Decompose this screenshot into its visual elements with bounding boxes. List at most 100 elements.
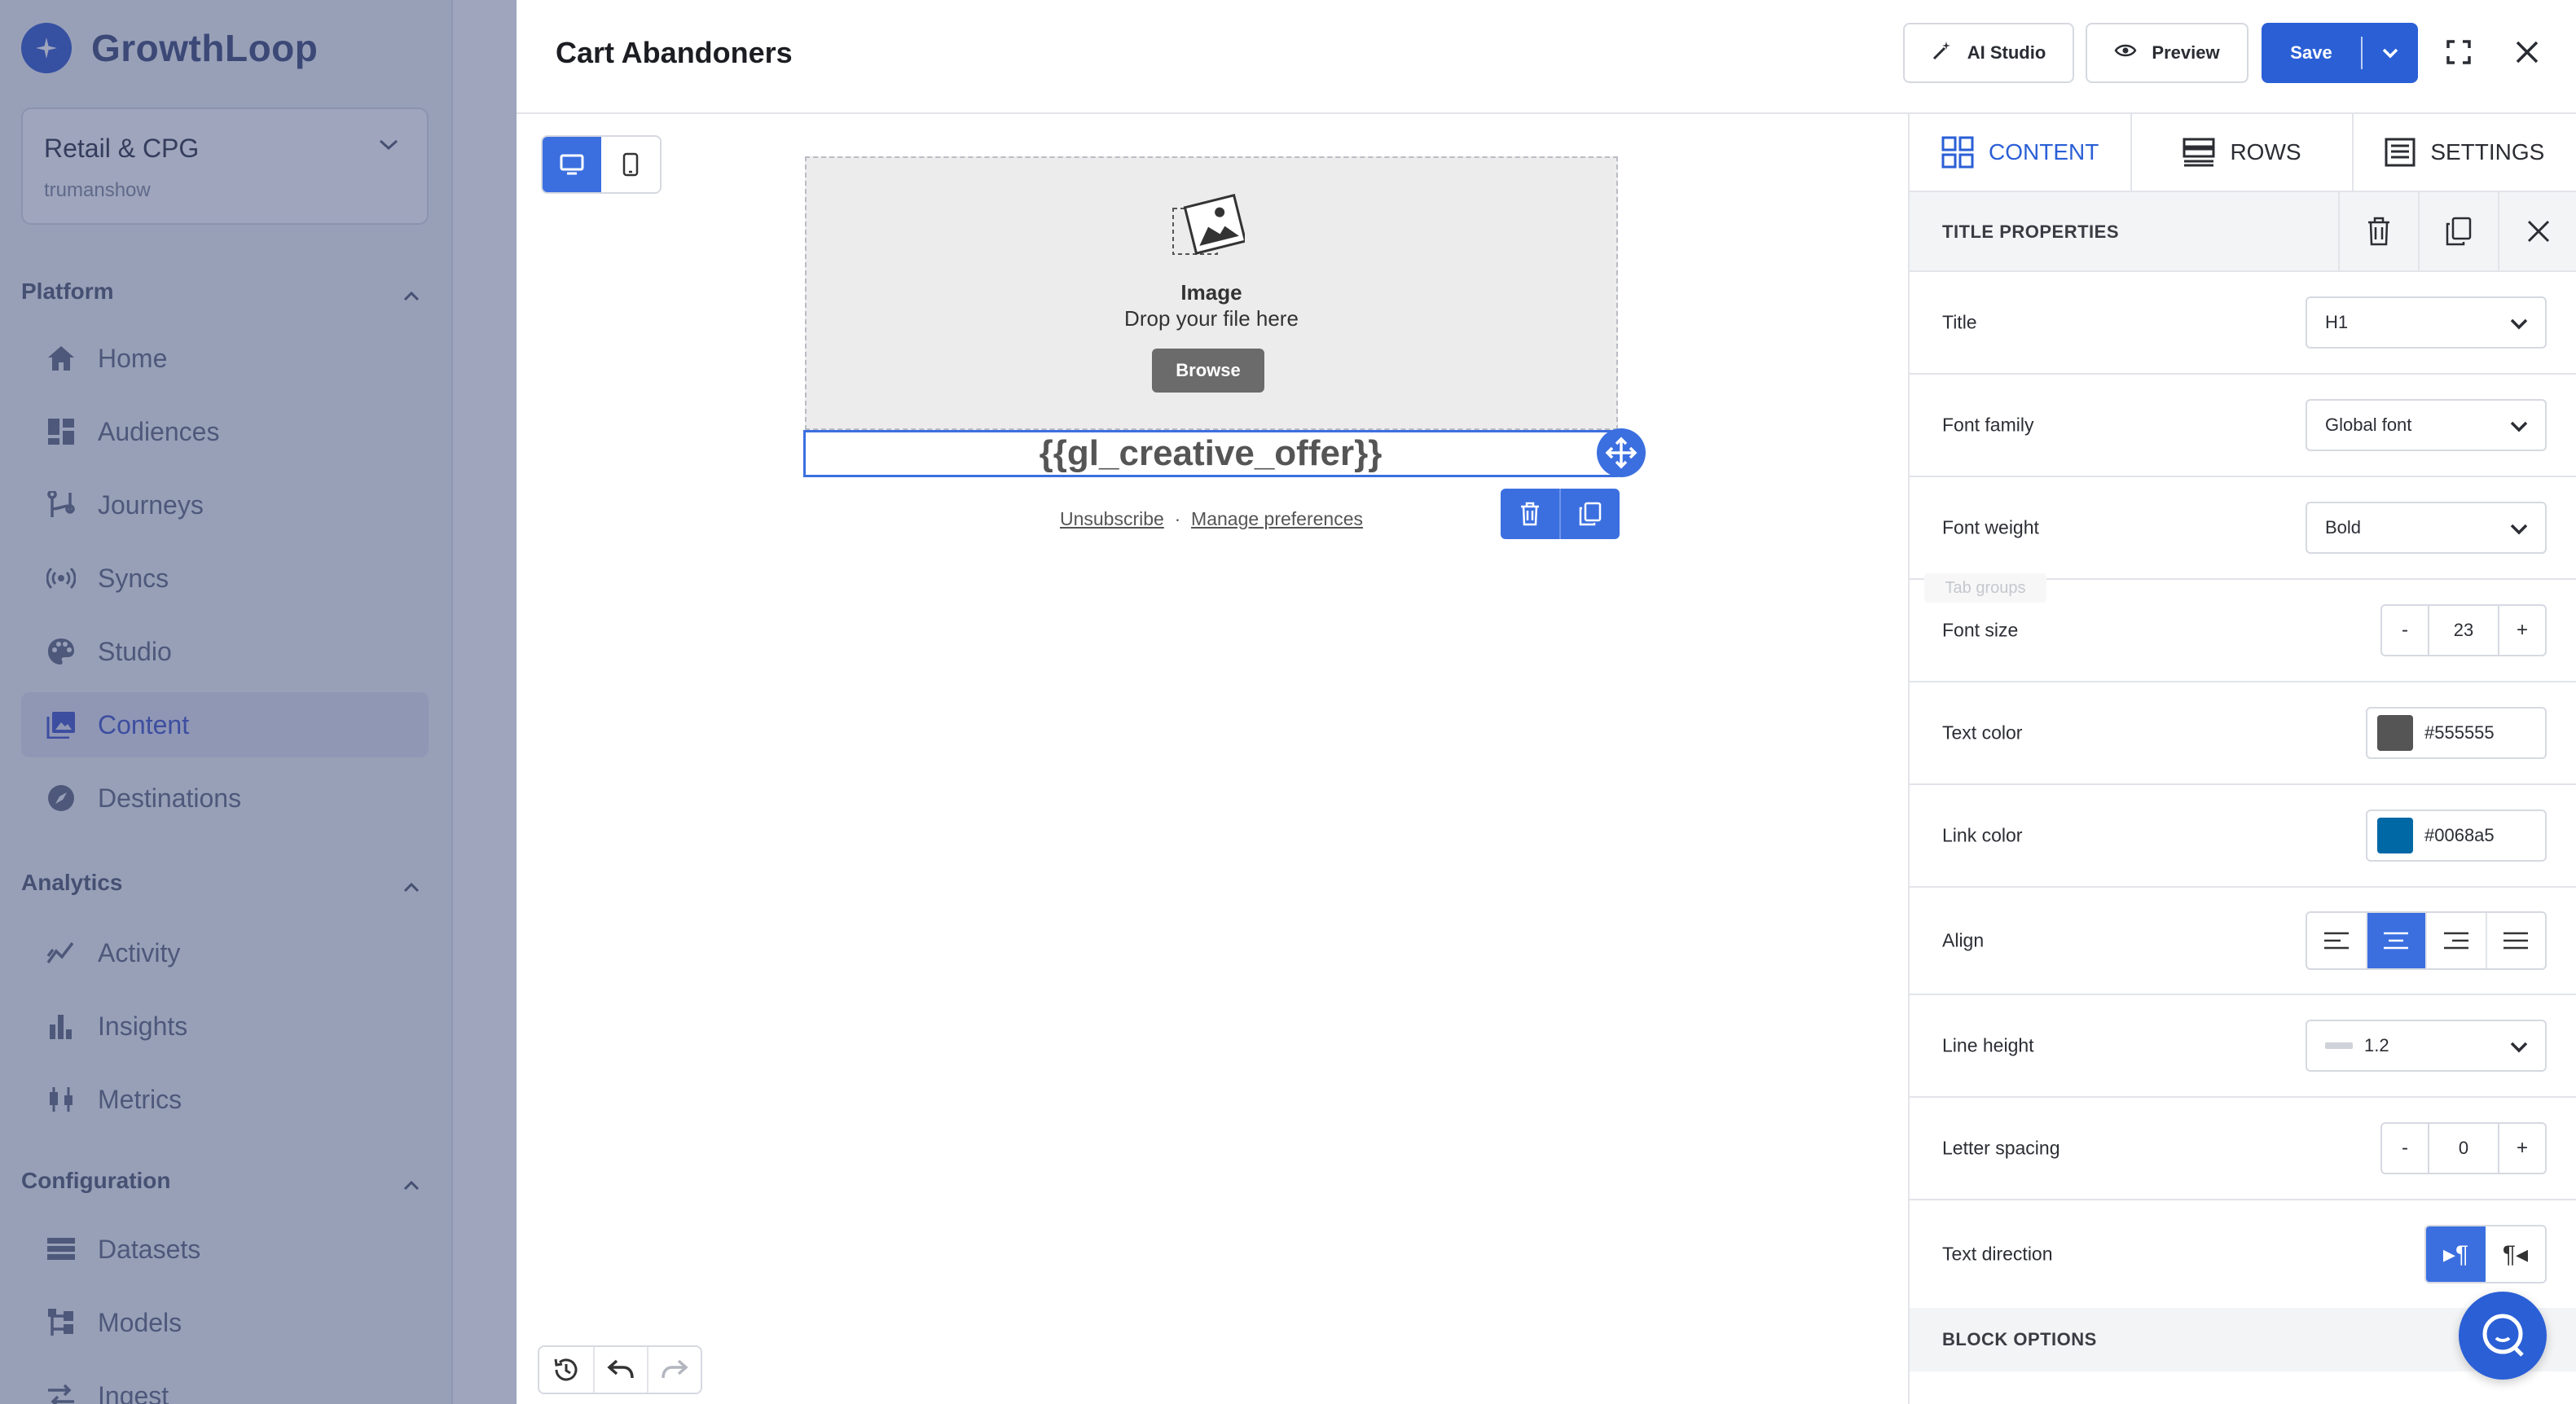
chat-support-button[interactable] xyxy=(2459,1292,2547,1380)
trash-icon xyxy=(2368,217,2389,246)
text-color-value[interactable]: #555555 xyxy=(2424,722,2495,744)
font-family-select[interactable]: Global font xyxy=(2306,399,2547,451)
link-color-picker[interactable]: #0068a5 xyxy=(2366,809,2547,862)
title-block[interactable]: {{gl_creative_offer}} xyxy=(803,430,1618,477)
align-center-icon xyxy=(2384,932,2409,950)
prop-text-color: Text color #555555 xyxy=(1910,682,2576,785)
prop-label: Align xyxy=(1942,929,1985,951)
increase-letter-spacing-button[interactable]: + xyxy=(2499,1124,2545,1173)
align-right-button[interactable] xyxy=(2425,913,2486,968)
chevron-down-icon xyxy=(2382,48,2398,59)
font-size-input[interactable]: 23 xyxy=(2428,606,2499,655)
modal-backdrop[interactable] xyxy=(0,0,517,1404)
tab-content[interactable]: CONTENT xyxy=(1910,114,2133,191)
panel-tabs: CONTENT ROWS SETTINGS xyxy=(1910,114,2576,192)
prop-letter-spacing: Letter spacing - 0 + xyxy=(1910,1098,2576,1200)
prop-font-weight: Font weight Bold Tab groups xyxy=(1910,477,2576,603)
tab-label: SETTINGS xyxy=(2430,139,2545,165)
image-placeholder-icon xyxy=(1172,193,1247,263)
text-color-picker[interactable]: #555555 xyxy=(2366,707,2547,759)
prop-label: Text color xyxy=(1942,722,2023,744)
decrease-letter-spacing-button[interactable]: - xyxy=(2382,1124,2428,1173)
desktop-view-button[interactable] xyxy=(543,137,601,192)
eye-icon xyxy=(2114,42,2152,64)
mobile-view-button[interactable] xyxy=(601,137,660,192)
font-weight-select[interactable]: Bold xyxy=(2306,502,2547,554)
text-direction-buttons: ▸¶ ¶◂ xyxy=(2424,1225,2547,1283)
prop-link-color: Link color #0068a5 xyxy=(1910,785,2576,888)
history-icon xyxy=(554,1358,578,1381)
duplicate-block-button[interactable] xyxy=(1559,489,1620,539)
letter-spacing-stepper: - 0 + xyxy=(2380,1122,2547,1174)
rows-icon xyxy=(2183,138,2215,167)
preview-button[interactable]: Preview xyxy=(2086,23,2249,83)
text-color-swatch[interactable] xyxy=(2377,715,2413,751)
decrease-font-size-button[interactable]: - xyxy=(2382,606,2428,655)
align-center-button[interactable] xyxy=(2365,913,2425,968)
prop-label: Link color xyxy=(1942,824,2023,846)
properties-panel: CONTENT ROWS SETTINGS TITLE PROPERTIES T… xyxy=(1908,114,2576,1404)
tab-rows[interactable]: ROWS xyxy=(2132,114,2354,191)
close-editor-button[interactable] xyxy=(2504,29,2550,75)
image-block[interactable]: Image Drop your file here Browse xyxy=(805,156,1618,430)
title-block-text[interactable]: {{gl_creative_offer}} xyxy=(1040,433,1383,474)
close-icon xyxy=(2516,41,2539,64)
prop-label: Font weight xyxy=(1942,516,2039,538)
browse-button[interactable]: Browse xyxy=(1152,349,1264,393)
prop-line-height: Line height 1.2 xyxy=(1910,995,2576,1098)
link-color-value[interactable]: #0068a5 xyxy=(2424,825,2495,846)
delete-block-button[interactable] xyxy=(1501,489,1559,539)
prop-label: Title xyxy=(1942,311,1977,333)
fullscreen-button[interactable] xyxy=(2436,29,2481,75)
mobile-icon xyxy=(622,152,639,177)
title-properties-header: TITLE PROPERTIES xyxy=(1910,192,2576,272)
history-button[interactable] xyxy=(539,1347,593,1393)
prop-text-direction: Text direction ▸¶ ¶◂ xyxy=(1910,1200,2576,1308)
letter-spacing-input[interactable]: 0 xyxy=(2428,1124,2499,1173)
font-size-stepper: - 23 + xyxy=(2380,604,2547,656)
link-color-swatch[interactable] xyxy=(2377,818,2413,853)
align-justify-button[interactable] xyxy=(2485,913,2546,968)
block-options-title: BLOCK OPTIONS xyxy=(1942,1329,2097,1349)
chevron-down-icon xyxy=(2509,314,2529,336)
image-block-label: Image xyxy=(1180,280,1242,305)
prop-label: Letter spacing xyxy=(1942,1137,2060,1159)
chevron-down-icon xyxy=(2509,520,2529,541)
editor-topbar: Cart Abandoners AI Studio Preview Save xyxy=(517,0,2576,114)
tab-settings[interactable]: SETTINGS xyxy=(2354,114,2576,191)
chat-icon xyxy=(2482,1314,2524,1357)
title-level-select[interactable]: H1 xyxy=(2306,296,2547,349)
close-properties-button[interactable] xyxy=(2498,192,2576,270)
prop-label: Font family xyxy=(1942,414,2034,436)
save-dropdown-button[interactable] xyxy=(2363,47,2418,59)
manage-preferences-link[interactable]: Manage preferences xyxy=(1191,508,1363,529)
unsubscribe-link[interactable]: Unsubscribe xyxy=(1060,508,1164,529)
tab-label: CONTENT xyxy=(1989,139,2099,165)
line-height-icon xyxy=(2325,1042,2353,1049)
magic-wand-icon xyxy=(1932,40,1967,66)
redo-button[interactable] xyxy=(647,1347,701,1393)
ltr-direction-button[interactable]: ▸¶ xyxy=(2426,1226,2486,1282)
rtl-direction-button[interactable]: ¶◂ xyxy=(2486,1226,2545,1282)
align-right-icon xyxy=(2443,932,2468,950)
tab-label: ROWS xyxy=(2230,139,2301,165)
save-button[interactable]: Save xyxy=(2262,42,2361,64)
image-drop-text: Drop your file here xyxy=(1124,306,1299,331)
save-button-group: Save xyxy=(2262,23,2418,83)
prop-label: Font size xyxy=(1942,619,2019,641)
undo-button[interactable] xyxy=(593,1347,647,1393)
undo-icon xyxy=(607,1359,634,1379)
move-block-handle[interactable] xyxy=(1597,428,1646,477)
duplicate-block-button[interactable] xyxy=(2418,192,2498,270)
increase-font-size-button[interactable]: + xyxy=(2499,606,2545,655)
select-value: Global font xyxy=(2325,415,2412,435)
prop-label: Line height xyxy=(1942,1034,2034,1056)
page-title: Cart Abandoners xyxy=(556,36,793,69)
trash-icon xyxy=(1521,502,1539,526)
select-value: 1.2 xyxy=(2364,1035,2389,1055)
ai-studio-button[interactable]: AI Studio xyxy=(1903,23,2074,83)
chevron-down-icon xyxy=(2509,417,2529,438)
delete-block-button[interactable] xyxy=(2338,192,2418,270)
line-height-select[interactable]: 1.2 xyxy=(2306,1020,2547,1072)
align-left-button[interactable] xyxy=(2307,913,2366,968)
